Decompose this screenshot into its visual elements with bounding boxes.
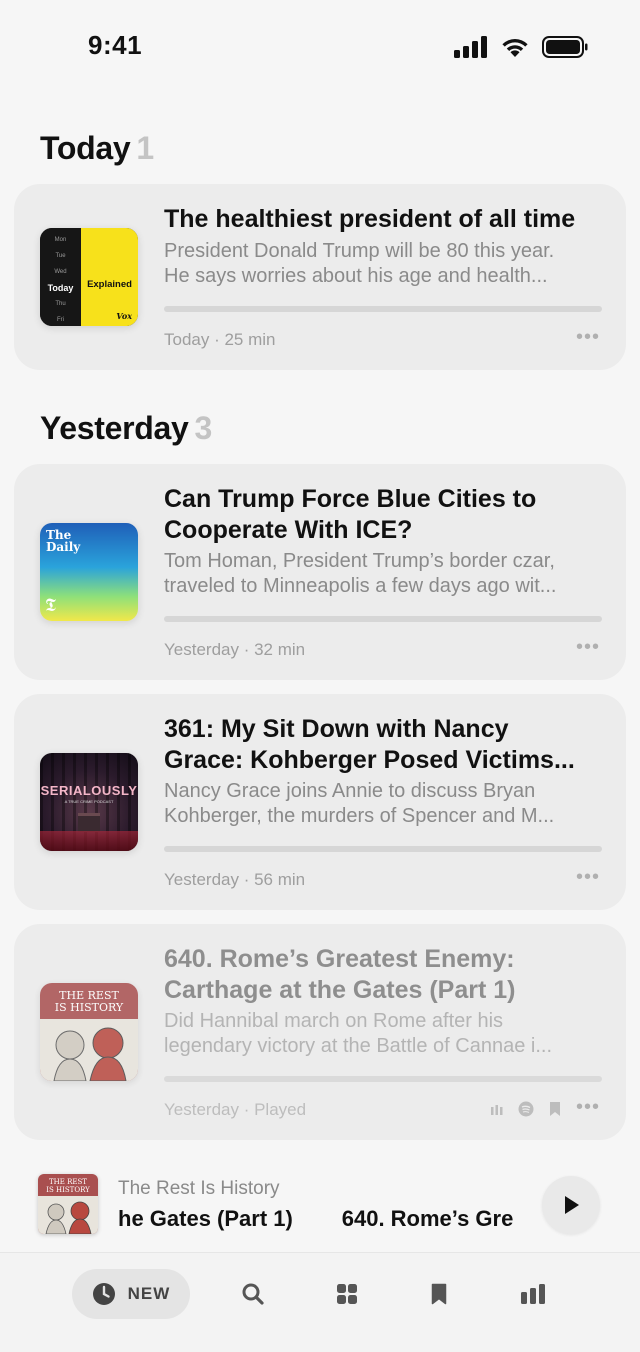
episode-card[interactable]: THE REST IS HISTORY 640. Rome’s Greatest… [14, 924, 626, 1140]
art-show-name: THE REST IS HISTORY [54, 989, 124, 1014]
episode-description: Did Hannibal march on Rome after his leg… [164, 1010, 552, 1057]
tab-charts[interactable] [510, 1269, 556, 1319]
episode-artwork-today-explained: Mon Tue Wed Today Thu Fri Explained Vox [40, 228, 138, 326]
episode-meta: Yesterday · 56 min [164, 870, 306, 889]
art-show-name: The Daily [46, 528, 81, 554]
art-day: Mon [54, 237, 67, 243]
tab-saved[interactable] [416, 1269, 462, 1319]
tab-library[interactable] [324, 1269, 370, 1319]
transcript-icon[interactable] [490, 1102, 504, 1116]
section-count: 3 [194, 410, 213, 446]
tab-bar: NEW [0, 1252, 640, 1352]
episode-artwork-the-daily: The Daily 𝕿 [40, 523, 138, 621]
cellular-signal-icon [454, 36, 487, 58]
episode-description: President Donald Trump will be 80 this y… [164, 240, 555, 287]
episode-meta: Today · 25 min [164, 330, 276, 349]
nyt-logo-icon: 𝕿 [45, 595, 57, 616]
episode-card[interactable]: Mon Tue Wed Today Thu Fri Explained Vox … [14, 184, 626, 370]
art-day: Tue [55, 253, 66, 259]
episode-progress-bar [164, 846, 602, 852]
episode-card[interactable]: The Daily 𝕿 Can Trump Force Blue Cities … [14, 464, 626, 680]
art-brand: Vox [116, 311, 132, 321]
section-count: 1 [136, 130, 154, 166]
search-icon [242, 1283, 264, 1305]
more-icon[interactable]: ••• [576, 1096, 600, 1119]
play-button[interactable] [542, 1176, 600, 1234]
more-icon[interactable]: ••• [576, 326, 600, 349]
mini-player-episode-title: he Gates (Part 1) 640. Rome’s Gre [118, 1206, 514, 1231]
episode-description: Tom Homan, President Trump’s border czar… [164, 550, 557, 597]
episode-artwork-the-rest-is-history: THE REST IS HISTORY [40, 983, 138, 1081]
section-title: Today [40, 130, 131, 166]
art-day: Wed [54, 269, 67, 275]
spotify-icon[interactable] [518, 1101, 534, 1117]
status-time: 9:41 [88, 30, 143, 60]
tab-new-label: NEW [127, 1284, 171, 1303]
art-day-today: Today [47, 283, 74, 293]
status-icons [454, 36, 588, 58]
mini-player[interactable]: THE REST IS HISTORY The Rest Is History … [0, 1158, 640, 1252]
battery-icon [542, 36, 588, 58]
episode-artwork-serialously: SERIALOUSLY A TRUE CRIME PODCAST [40, 753, 138, 851]
art-show-name: THE REST IS HISTORY [46, 1178, 90, 1194]
art-tagline: A TRUE CRIME PODCAST [64, 799, 114, 804]
episode-progress-bar [164, 616, 602, 622]
episode-description: Nancy Grace joins Annie to discuss Bryan… [164, 780, 555, 827]
episode-title: 640. Rome’s Greatest Enemy: Carthage at … [164, 945, 516, 1004]
episode-meta: Yesterday · Played [164, 1100, 307, 1119]
section-header-yesterday: Yesterday 3 [40, 410, 212, 447]
chart-bars-icon [521, 1284, 545, 1304]
bookmark-icon[interactable] [549, 1101, 561, 1117]
busts-illustration [53, 1027, 127, 1081]
bookmark-icon [431, 1283, 447, 1305]
art-day: Fri [57, 317, 64, 323]
art-day: Thu [55, 301, 66, 307]
episode-title: 361: My Sit Down with Nancy Grace: Kohbe… [164, 715, 575, 774]
play-icon [565, 1196, 579, 1214]
art-show-name: Explained [87, 279, 132, 290]
more-icon[interactable]: ••• [576, 636, 600, 659]
episode-title: Can Trump Force Blue Cities to Cooperate… [164, 485, 537, 544]
episode-card[interactable]: SERIALOUSLY A TRUE CRIME PODCAST 361: My… [14, 694, 626, 910]
wifi-icon [502, 38, 528, 57]
section-header-today: Today 1 [40, 130, 154, 167]
section-title: Yesterday [40, 410, 189, 446]
more-icon[interactable]: ••• [576, 866, 600, 889]
episode-meta: Yesterday · 32 min [164, 640, 306, 659]
mini-player-artwork: THE REST IS HISTORY [38, 1174, 98, 1234]
episode-progress-bar [164, 1076, 602, 1082]
mini-player-show: The Rest Is History [118, 1178, 280, 1199]
tab-search[interactable] [230, 1269, 276, 1319]
episode-title: The healthiest president of all time [164, 205, 576, 233]
clock-icon [92, 1283, 115, 1305]
episode-progress-bar [164, 306, 602, 312]
status-bar: 9:41 [0, 0, 640, 96]
busts-illustration [45, 1201, 92, 1234]
grid-icon [337, 1284, 357, 1304]
art-show-name: SERIALOUSLY [40, 783, 138, 798]
tab-new[interactable]: NEW [72, 1269, 190, 1319]
